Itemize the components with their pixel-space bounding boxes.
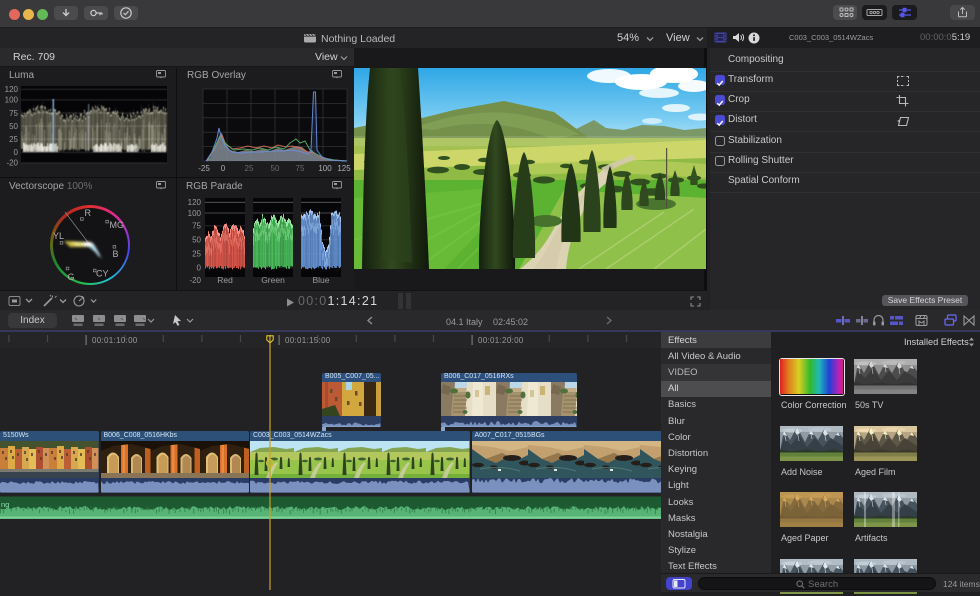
svg-text:25: 25 bbox=[245, 164, 254, 173]
svg-text:100: 100 bbox=[5, 96, 19, 105]
svg-text:B: B bbox=[113, 249, 119, 259]
svg-text:-20: -20 bbox=[189, 276, 201, 285]
svg-text:Red: Red bbox=[217, 275, 233, 285]
svg-text:50: 50 bbox=[192, 236, 201, 245]
svg-text:R: R bbox=[85, 208, 92, 218]
svg-text:75: 75 bbox=[296, 164, 305, 173]
svg-text:100: 100 bbox=[318, 164, 332, 173]
svg-text:G: G bbox=[68, 272, 75, 282]
svg-text:CY: CY bbox=[96, 269, 109, 279]
svg-text:125: 125 bbox=[337, 164, 351, 173]
svg-text:0: 0 bbox=[221, 164, 226, 173]
svg-text:50: 50 bbox=[271, 164, 280, 173]
svg-text:MG: MG bbox=[110, 220, 125, 230]
svg-text:120: 120 bbox=[5, 85, 19, 94]
svg-text:75: 75 bbox=[192, 222, 201, 231]
svg-text:75: 75 bbox=[9, 109, 18, 118]
svg-text:50: 50 bbox=[9, 122, 18, 131]
svg-text:25: 25 bbox=[192, 250, 201, 259]
svg-text:100: 100 bbox=[188, 209, 202, 218]
svg-text:-25: -25 bbox=[198, 164, 210, 173]
svg-text:Blue: Blue bbox=[312, 275, 329, 285]
svg-text:120: 120 bbox=[188, 198, 202, 207]
svg-text:-20: -20 bbox=[6, 159, 18, 168]
svg-text:YL: YL bbox=[53, 231, 64, 241]
svg-text:25: 25 bbox=[9, 135, 18, 144]
svg-text:0: 0 bbox=[14, 148, 19, 157]
svg-text:0: 0 bbox=[197, 264, 202, 273]
svg-text:Green: Green bbox=[261, 275, 285, 285]
